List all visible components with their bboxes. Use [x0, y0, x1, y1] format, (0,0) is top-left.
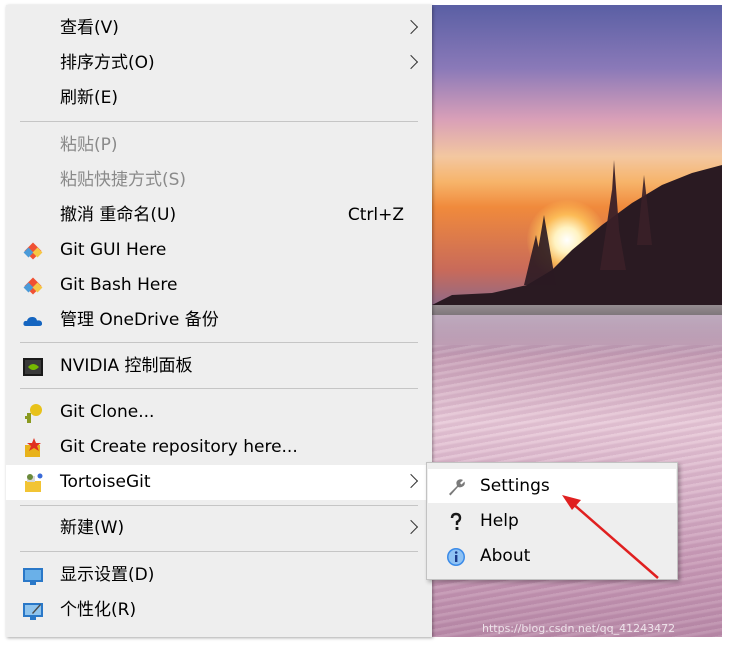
tortoisegit-icon	[25, 473, 43, 492]
menu-item-shortcut: Ctrl+Z	[347, 205, 404, 225]
menu-item-paste-shortcut: 粘贴快捷方式(S)	[6, 163, 432, 198]
menu-item-label: Git Bash Here	[60, 275, 178, 295]
onedrive-cloud-icon	[23, 316, 43, 326]
menu-item-label: 刷新(E)	[60, 88, 119, 108]
menu-separator	[20, 505, 418, 506]
headland-silhouette	[432, 160, 722, 315]
info-icon	[447, 548, 465, 566]
submenu-item-label: Help	[480, 511, 519, 531]
tortoisegit-submenu: Settings Help About	[426, 462, 678, 580]
wrench-icon	[449, 479, 465, 496]
menu-item-label: 显示设置(D)	[60, 565, 155, 585]
display-settings-icon	[23, 568, 43, 585]
menu-item-onedrive[interactable]: 管理 OneDrive 备份	[6, 303, 432, 338]
menu-item-refresh[interactable]: 刷新(E)	[6, 81, 432, 116]
menu-item-label: 个性化(R)	[60, 600, 137, 620]
chevron-right-icon	[403, 54, 419, 70]
submenu-item-label: Settings	[480, 476, 550, 496]
git-create-repo-icon	[25, 438, 41, 457]
submenu-item-about[interactable]: About	[428, 539, 676, 573]
menu-item-sort-by[interactable]: 排序方式(O)	[6, 46, 432, 81]
menu-separator	[20, 121, 418, 122]
menu-item-label: 撤消 重命名(U)	[60, 205, 177, 225]
menu-item-label: Git Clone...	[60, 402, 155, 422]
menu-item-label: 管理 OneDrive 备份	[60, 310, 219, 330]
menu-item-git-bash[interactable]: Git Bash Here	[6, 268, 432, 303]
menu-item-label: Git Create repository here...	[60, 437, 298, 457]
menu-item-label: NVIDIA 控制面板	[60, 356, 193, 376]
submenu-item-help[interactable]: Help	[428, 504, 676, 538]
chevron-right-icon	[403, 473, 419, 489]
menu-item-label: 新建(W)	[60, 518, 125, 538]
menu-separator	[20, 388, 418, 389]
menu-item-git-create-repo[interactable]: Git Create repository here...	[6, 430, 432, 465]
menu-item-label: 粘贴快捷方式(S)	[60, 170, 187, 190]
git-bash-icon	[23, 277, 43, 295]
git-gui-icon	[23, 242, 43, 260]
menu-item-label: 排序方式(O)	[60, 53, 155, 73]
menu-item-label: 粘贴(P)	[60, 135, 118, 155]
submenu-item-settings[interactable]: Settings	[428, 469, 676, 503]
menu-item-view[interactable]: 查看(V)	[6, 11, 432, 46]
menu-item-label: 查看(V)	[60, 18, 119, 38]
desktop-context-menu: 查看(V) 排序方式(O) 刷新(E) 粘贴(P) 粘贴快捷方式(S) 撤消 重…	[6, 5, 432, 637]
menu-item-paste: 粘贴(P)	[6, 128, 432, 163]
menu-item-label: TortoiseGit	[60, 472, 151, 492]
menu-item-display-settings[interactable]: 显示设置(D)	[6, 558, 432, 593]
help-icon	[450, 512, 462, 530]
menu-item-personalize[interactable]: 个性化(R)	[6, 593, 432, 628]
menu-item-undo-rename[interactable]: 撤消 重命名(U) Ctrl+Z	[6, 198, 432, 233]
menu-item-new[interactable]: 新建(W)	[6, 511, 432, 546]
git-clone-icon	[25, 404, 42, 423]
menu-item-tortoisegit[interactable]: TortoiseGit	[6, 465, 432, 500]
personalize-icon	[23, 603, 43, 620]
menu-separator	[20, 342, 418, 343]
menu-item-git-clone[interactable]: Git Clone...	[6, 395, 432, 430]
nvidia-icon	[23, 358, 43, 376]
menu-separator	[20, 551, 418, 552]
menu-item-label: Git GUI Here	[60, 240, 167, 260]
menu-item-git-gui[interactable]: Git GUI Here	[6, 233, 432, 268]
submenu-item-label: About	[480, 546, 531, 566]
chevron-right-icon	[403, 519, 419, 535]
watermark: https://blog.csdn.net/qq_41243472	[482, 622, 676, 635]
chevron-right-icon	[403, 19, 419, 35]
menu-item-nvidia[interactable]: NVIDIA 控制面板	[6, 349, 432, 384]
